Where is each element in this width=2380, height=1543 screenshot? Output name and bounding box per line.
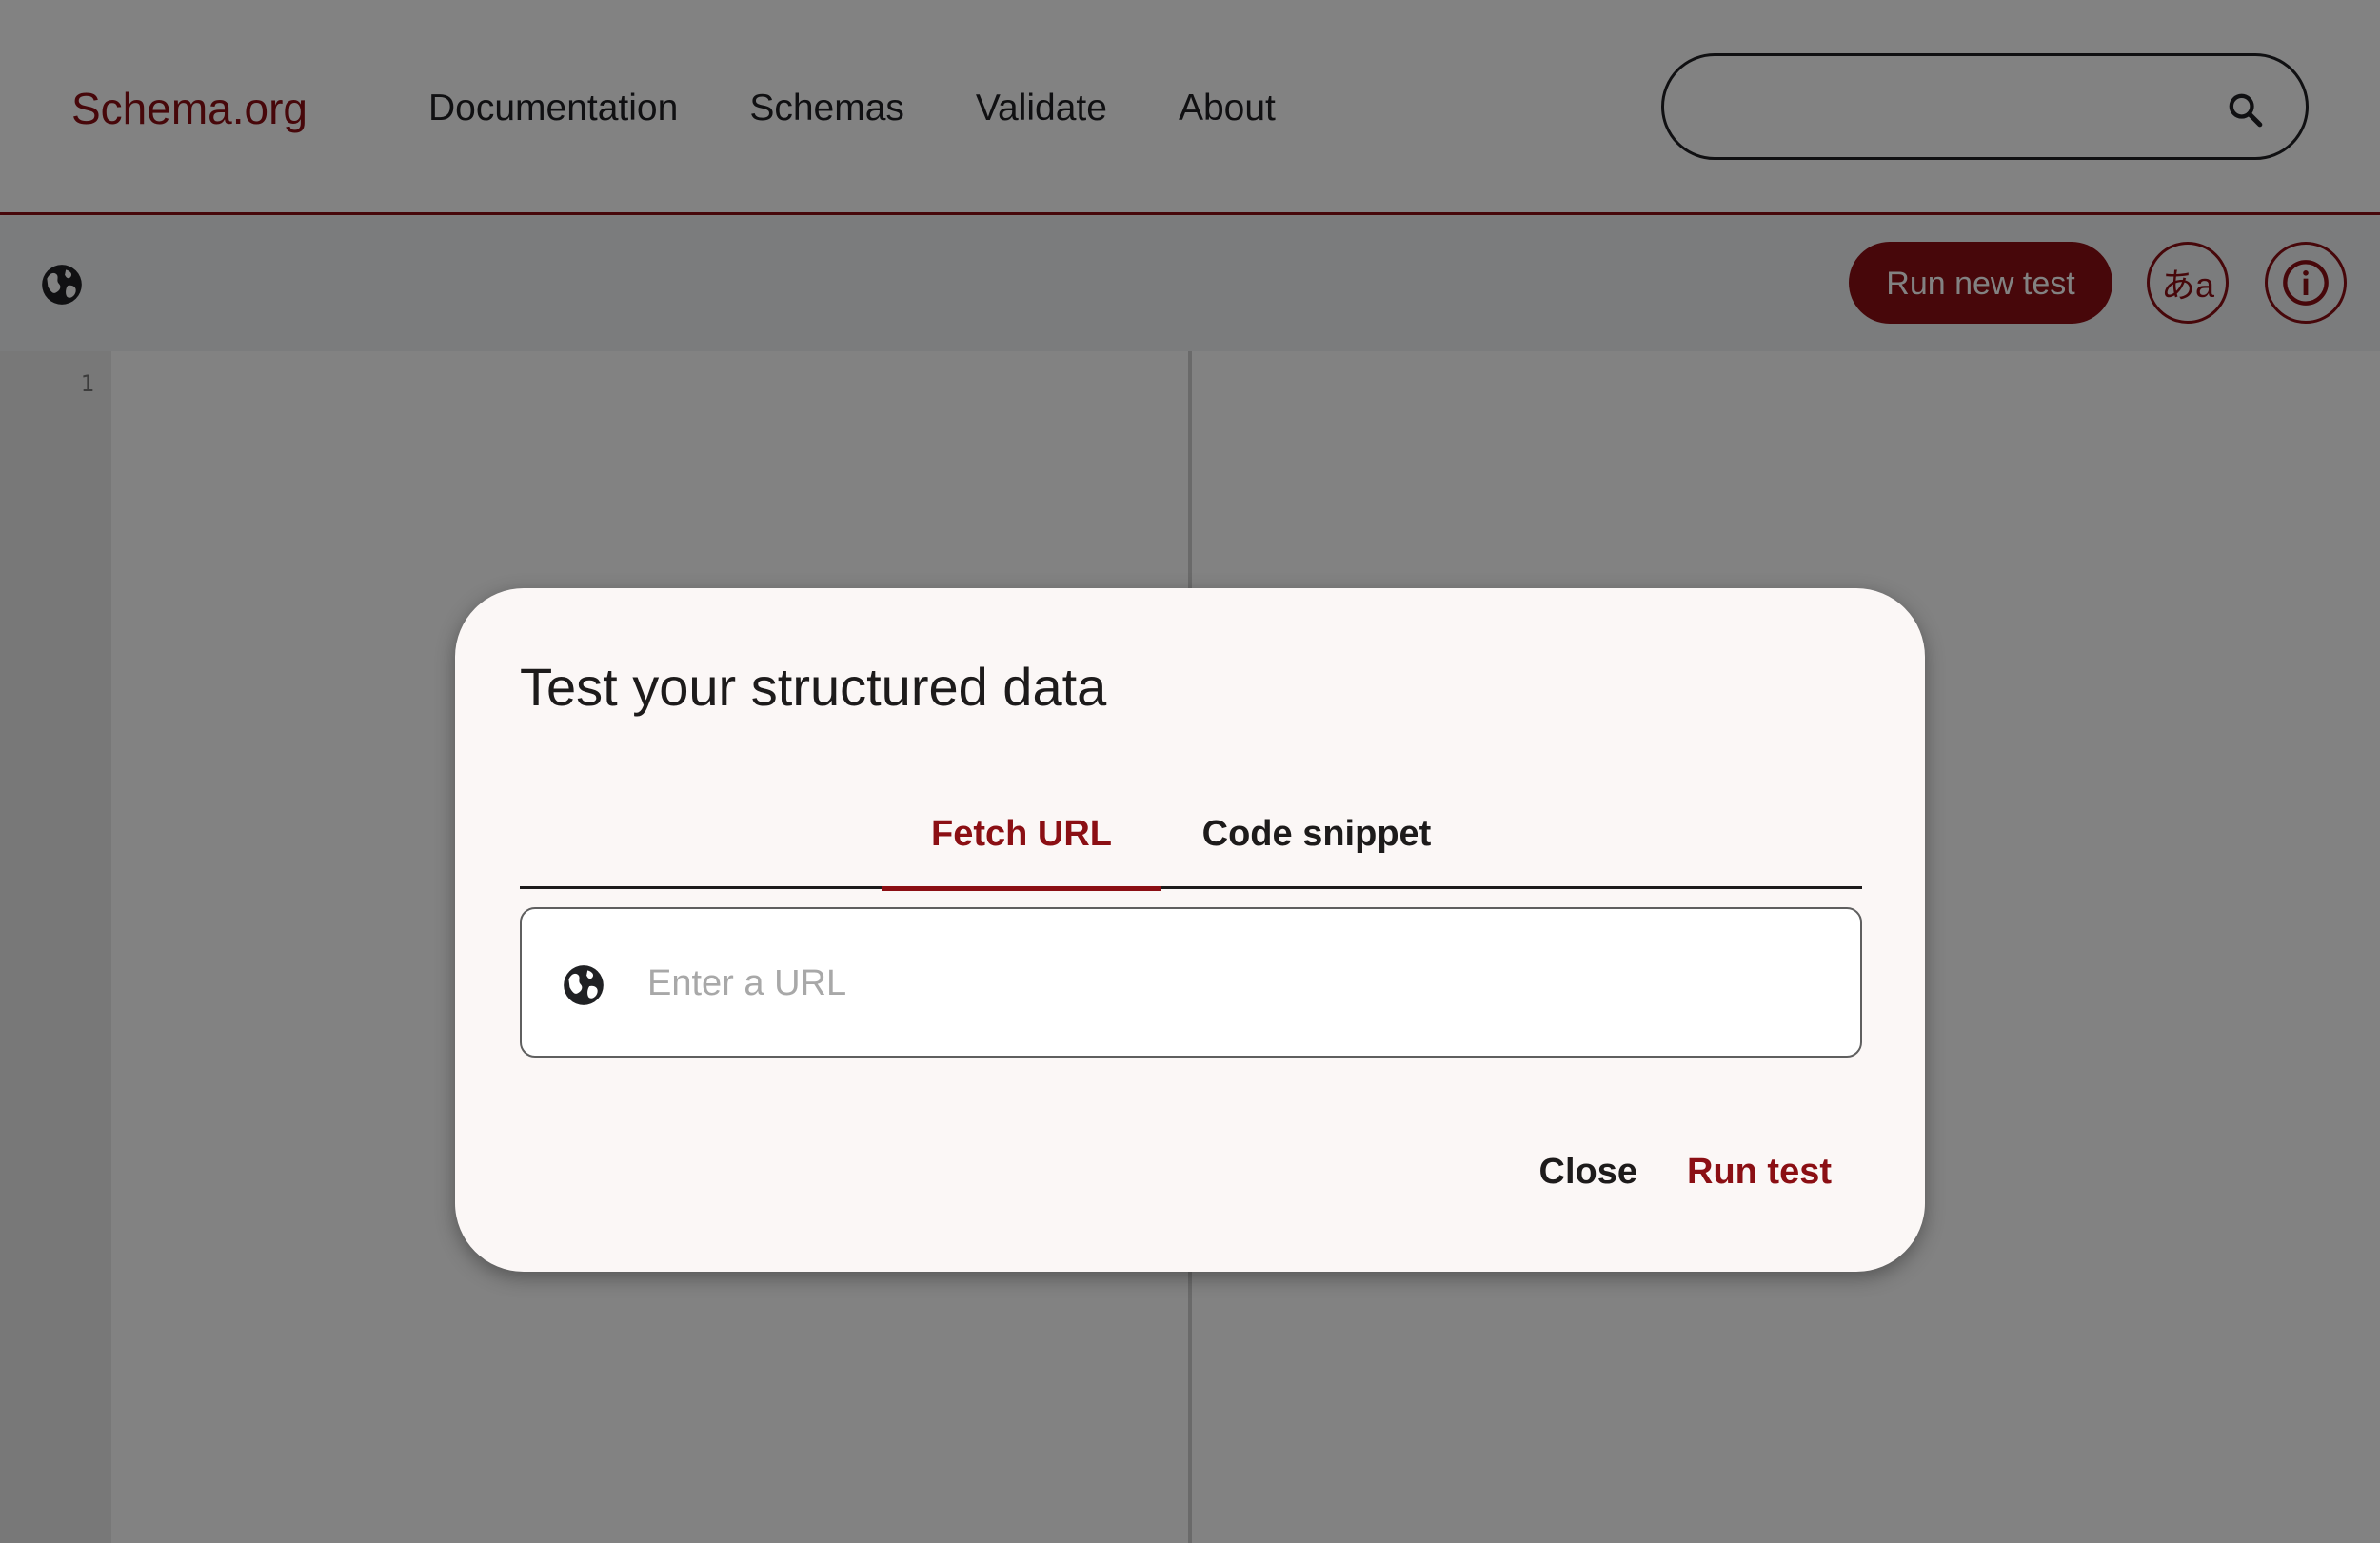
test-dialog: Test your structured data Fetch URL Code…: [455, 588, 1925, 1272]
run-test-button[interactable]: Run test: [1670, 1138, 1849, 1205]
dialog-title: Test your structured data: [520, 657, 1107, 717]
tab-code-snippet[interactable]: Code snippet: [1161, 779, 1472, 889]
dialog-actions: Close Run test: [1507, 1138, 1849, 1205]
url-field[interactable]: [520, 907, 1862, 1058]
close-button[interactable]: Close: [1522, 1138, 1655, 1205]
url-input[interactable]: [645, 938, 1826, 1029]
globe-icon: [564, 965, 604, 1005]
dialog-tabs: Fetch URL Code snippet: [520, 779, 1862, 891]
tab-fetch-url[interactable]: Fetch URL: [882, 779, 1161, 891]
